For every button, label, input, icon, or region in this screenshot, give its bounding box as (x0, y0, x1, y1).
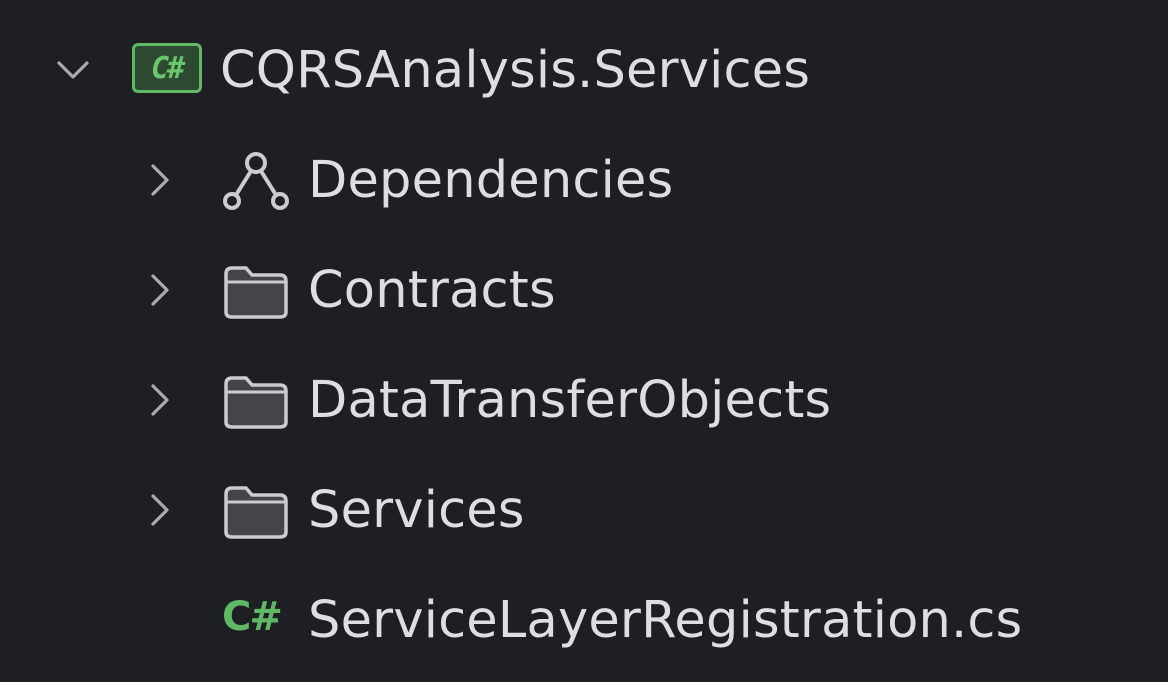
chevron-right-icon[interactable] (142, 492, 178, 528)
solution-explorer-tree: C# CQRSAnalysis.Services Dependencies Co… (0, 17, 1168, 677)
folder-icon (224, 376, 288, 429)
tree-item-label: ServiceLayerRegistration.cs (308, 591, 1023, 650)
folder-icon (224, 486, 288, 539)
tree-item-label: Contracts (308, 261, 556, 320)
chevron-down-icon[interactable] (55, 52, 91, 88)
tree-row-servicelayerregistration[interactable]: C# ServiceLayerRegistration.cs (0, 567, 1168, 677)
tree-item-label: Dependencies (308, 151, 674, 210)
csharp-project-icon: C# (132, 43, 202, 93)
tree-row-services[interactable]: Services (0, 457, 1168, 567)
tree-item-label: Services (308, 481, 525, 540)
chevron-right-icon[interactable] (142, 162, 178, 198)
tree-row-contracts[interactable]: Contracts (0, 237, 1168, 347)
dependencies-icon (223, 152, 289, 210)
csharp-file-icon: C# (222, 594, 283, 640)
chevron-right-icon[interactable] (142, 382, 178, 418)
tree-row-datatransferobjects[interactable]: DataTransferObjects (0, 347, 1168, 457)
tree-row-project[interactable]: C# CQRSAnalysis.Services (0, 17, 1168, 127)
folder-icon (224, 266, 288, 319)
tree-item-label: DataTransferObjects (308, 371, 832, 430)
tree-row-dependencies[interactable]: Dependencies (0, 127, 1168, 237)
chevron-right-icon[interactable] (142, 272, 178, 308)
project-name-label: CQRSAnalysis.Services (220, 41, 811, 100)
